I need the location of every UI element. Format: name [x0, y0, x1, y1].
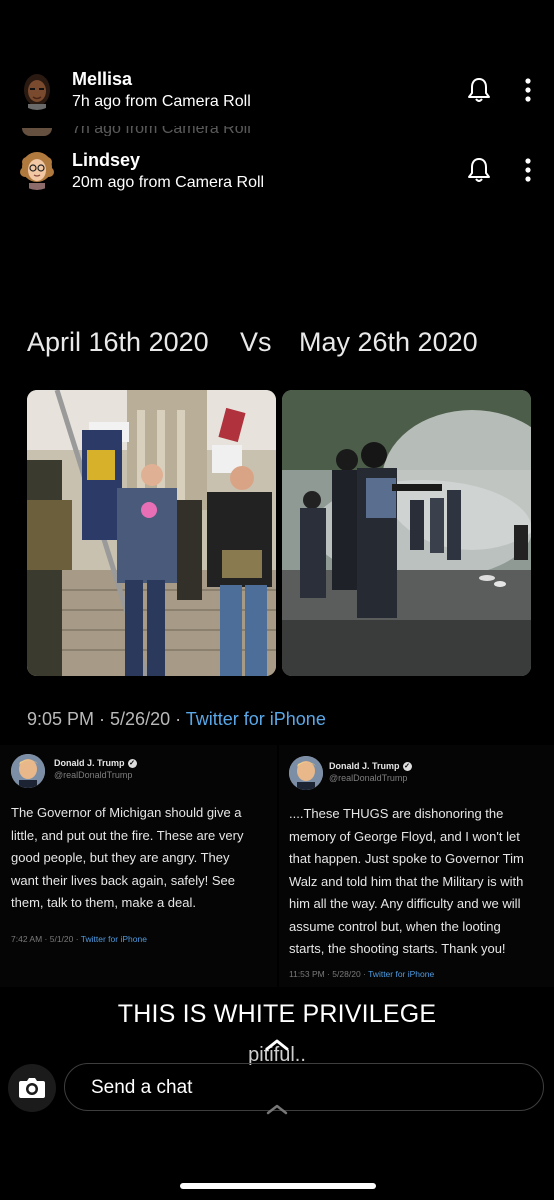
verified-icon: ✓ — [402, 762, 412, 772]
bell-icon[interactable] — [464, 75, 494, 105]
tweet-line: little, and put out the fire. These are … — [11, 827, 244, 843]
tweet-avatar — [289, 756, 323, 790]
avatar-ghost — [22, 128, 52, 136]
tweet-line: ....These THUGS are dishonoring the — [289, 806, 504, 821]
camera-icon — [19, 1078, 45, 1098]
tweet-footer: 11:53 PM · 5/28/20 · Twitter for iPhone — [289, 969, 434, 979]
tweet-line: The Governor of Michigan should give a — [11, 805, 242, 820]
tweet-footer-time: 7:42 AM · 5/1/20 · — [11, 934, 81, 944]
tweet-meta-source: Twitter for iPhone — [185, 709, 326, 729]
tweet-card-1: Donald J. Trump ✓ @realDonaldTrump The Go… — [0, 745, 277, 987]
tweet-body: The Governor of Michigan should give a l… — [11, 802, 243, 915]
story-name[interactable]: Lindsey — [72, 150, 140, 171]
tweet-line: them, talk to them, make a deal. — [11, 895, 196, 910]
tweet-author-name-text: Donald J. Trump — [329, 761, 400, 771]
snap-caption: THIS IS WHITE PRIVILEGE — [117, 1000, 437, 1028]
tweet-line: want their lives back again, safely! See — [11, 872, 236, 888]
tweet-card-2: Donald J. Trump ✓ @realDonaldTrump ....Th… — [279, 745, 554, 987]
tweet-body: ....These THUGS are dishonoring the memo… — [289, 803, 524, 961]
story-subtitle: 7h ago from Camera Roll — [72, 93, 251, 110]
tweet-handle: @realDonaldTrump — [329, 773, 408, 783]
tweet-avatar — [11, 754, 45, 788]
story-subtitle-ghost: 7h ago from Camera Roll — [72, 126, 251, 136]
avatar[interactable] — [16, 68, 58, 110]
tweet-footer-source: Twitter for iPhone — [80, 934, 147, 944]
headline-right-date: May 26th 2020 — [299, 327, 478, 357]
more-vertical-icon[interactable] — [518, 155, 538, 185]
tweet-author-name: Donald J. Trump ✓ — [54, 758, 137, 769]
tweet-footer-time: 11:53 PM · 5/28/20 · — [289, 969, 369, 979]
tweet-line: Walz and told him that the Military is w… — [289, 873, 524, 889]
headline-vs: Vs — [240, 327, 272, 357]
more-vertical-icon[interactable] — [518, 75, 538, 105]
tweet-line: that happen. Just spoke to Governor Tim — [289, 851, 524, 866]
tweet-footer-source: Twitter for iPhone — [368, 969, 435, 979]
tweet-meta: 9:05 PM · 5/26/20 · Twitter for iPhone — [27, 709, 326, 730]
tweet-line: him all the way. Any difficulty and we w… — [289, 896, 521, 911]
chevron-up-icon[interactable] — [264, 1038, 290, 1057]
tweet-author-name: Donald J. Trump ✓ — [329, 761, 412, 772]
home-indicator[interactable] — [180, 1183, 376, 1189]
chevron-up-icon[interactable] — [265, 1102, 289, 1120]
avatar[interactable] — [16, 148, 58, 190]
tweet-footer: 7:42 AM · 5/1/20 · Twitter for iPhone — [11, 934, 147, 944]
story-row-lindsey[interactable]: Lindsey 20m ago from Camera Roll — [0, 140, 554, 200]
story-row-mellisa[interactable]: Mellisa 7h ago from Camera Roll — [0, 60, 554, 120]
tweet-line: memory of George Floyd, and I won't let — [289, 828, 520, 844]
tweet-line: good people, but they are angry. They — [11, 850, 230, 865]
tweet-line: starts, the shooting starts. Thank you! — [289, 941, 506, 956]
police-photo — [282, 390, 531, 676]
story-name[interactable]: Mellisa — [72, 69, 132, 90]
chat-input[interactable]: Send a chat — [64, 1063, 544, 1111]
verified-icon: ✓ — [127, 759, 137, 769]
tweet-handle: @realDonaldTrump — [54, 770, 133, 780]
protest-photo — [27, 390, 276, 676]
tweet-line: assume control but, when the looting — [289, 918, 501, 934]
tweet-author-name-text: Donald J. Trump — [54, 758, 125, 768]
chat-placeholder: Send a chat — [91, 1077, 193, 1098]
camera-button[interactable] — [8, 1064, 56, 1112]
story-subtitle: 20m ago from Camera Roll — [72, 174, 265, 191]
tweet-meta-time: 9:05 PM · 5/26/20 · — [27, 709, 186, 729]
bell-icon[interactable] — [464, 155, 494, 185]
headline-left-date: April 16th 2020 — [27, 327, 209, 357]
